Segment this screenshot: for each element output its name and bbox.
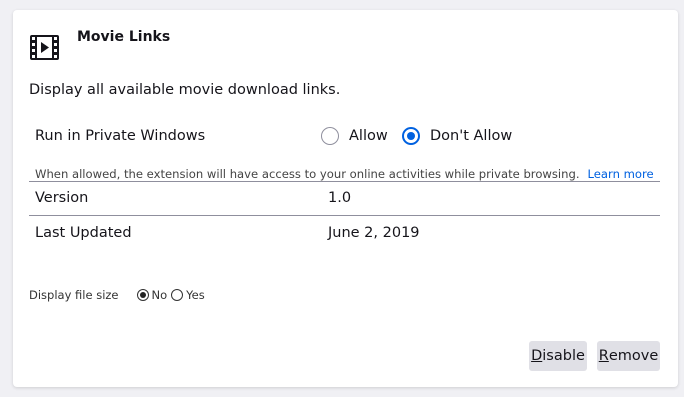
last-updated-label: Last Updated bbox=[35, 225, 132, 241]
last-updated-row: Last Updated June 2, 2019 bbox=[29, 216, 660, 250]
remove-label-rest: emove bbox=[608, 348, 659, 364]
file-size-no-label: No bbox=[151, 288, 168, 302]
remove-access-key: R bbox=[598, 348, 609, 364]
addon-name: Movie Links bbox=[77, 29, 171, 45]
learn-more-link[interactable]: Learn more bbox=[588, 167, 654, 181]
file-size-preference: Display file size No Yes bbox=[29, 286, 209, 304]
version-label: Version bbox=[35, 190, 89, 206]
dont-allow-radio-option[interactable]: Don't Allow bbox=[402, 124, 512, 148]
version-value: 1.0 bbox=[328, 190, 352, 206]
file-size-yes-label: Yes bbox=[186, 288, 205, 302]
file-size-no-radio[interactable] bbox=[136, 289, 149, 301]
disable-access-key: D bbox=[531, 348, 543, 364]
allow-radio[interactable] bbox=[321, 127, 339, 145]
remove-button[interactable]: Remove bbox=[597, 341, 660, 371]
addon-description: Display all available movie download lin… bbox=[29, 82, 341, 98]
dont-allow-radio[interactable] bbox=[402, 127, 420, 145]
film-icon bbox=[30, 35, 59, 60]
disable-button[interactable]: Disable bbox=[529, 341, 587, 371]
private-windows-help-text: When allowed, the extension will have ac… bbox=[35, 167, 580, 181]
last-updated-value: June 2, 2019 bbox=[328, 225, 420, 241]
file-size-yes-option[interactable]: Yes bbox=[171, 288, 205, 302]
file-size-no-option[interactable]: No bbox=[136, 288, 168, 302]
file-size-label: Display file size bbox=[29, 288, 119, 302]
private-windows-label: Run in Private Windows bbox=[35, 128, 206, 144]
addon-details-card: Movie Links Display all available movie … bbox=[13, 10, 678, 387]
allow-label: Allow bbox=[349, 128, 388, 144]
private-windows-help: When allowed, the extension will have ac… bbox=[35, 167, 654, 181]
version-row: Version 1.0 bbox=[29, 181, 660, 216]
dont-allow-label: Don't Allow bbox=[430, 128, 513, 144]
private-windows-row: Run in Private Windows Allow Don't Allow… bbox=[29, 118, 660, 182]
disable-label-rest: isable bbox=[542, 348, 585, 364]
file-size-yes-radio[interactable] bbox=[171, 289, 184, 301]
allow-radio-option[interactable]: Allow bbox=[321, 124, 388, 148]
